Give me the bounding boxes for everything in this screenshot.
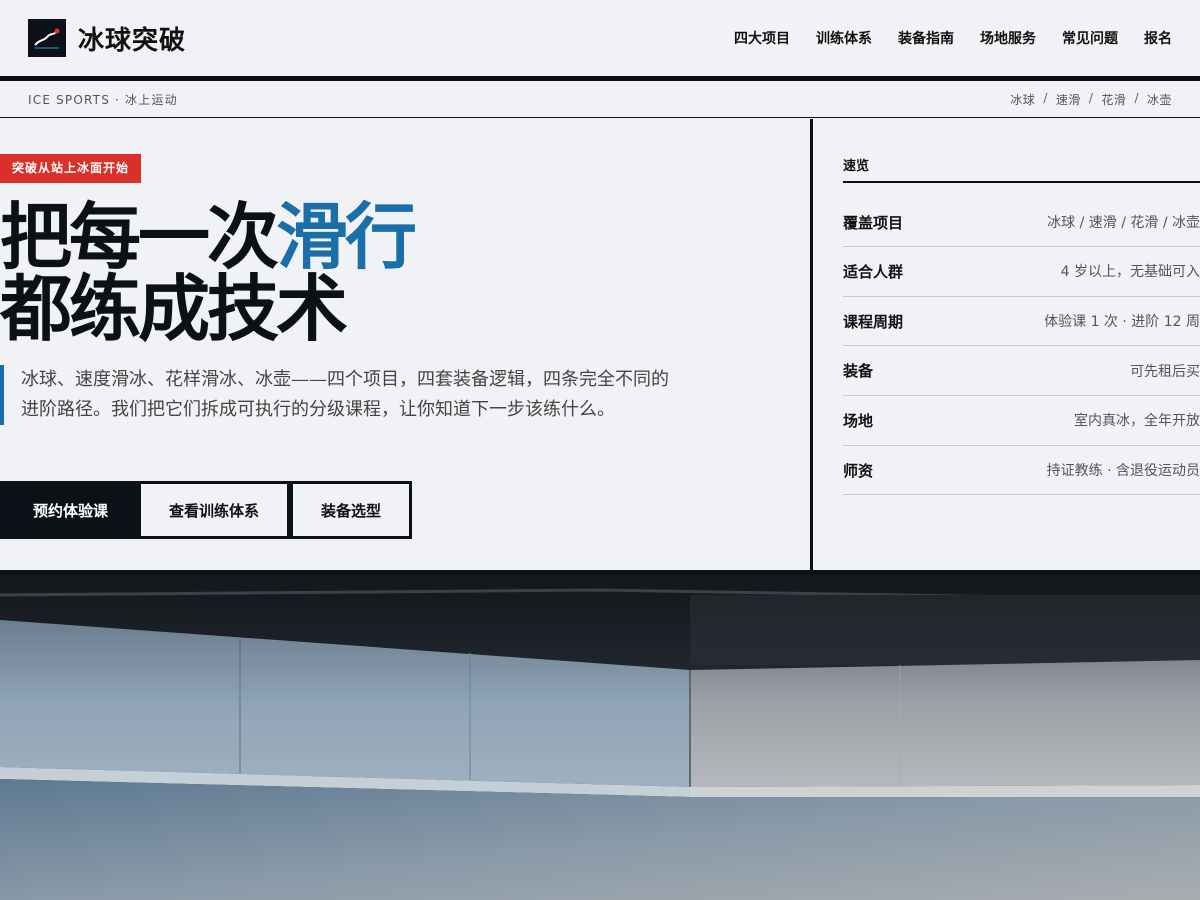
crumb-hockey[interactable]: 冰球 — [1010, 91, 1035, 108]
overview-key: 场地 — [843, 411, 874, 430]
overview-row: 场地 室内真冰，全年开放 — [843, 396, 1200, 446]
header-divider — [0, 76, 1200, 81]
overview-key: 师资 — [843, 461, 874, 480]
main-nav: 四大项目 训练体系 装备指南 场地服务 常见问题 报名 — [734, 28, 1172, 48]
overview-row: 覆盖项目 冰球 / 速滑 / 花滑 / 冰壶 — [843, 198, 1200, 247]
equipment-select-button[interactable]: 装备选型 — [290, 481, 413, 539]
nav-item-four-sports[interactable]: 四大项目 — [734, 28, 790, 48]
ice-rink-image — [0, 575, 1200, 900]
skate-trail-icon — [28, 19, 66, 57]
overview-key: 装备 — [843, 362, 874, 381]
hero-lead: 冰球、速度滑冰、花样滑冰、冰壶——四个项目，四套装备逻辑，四条完全不同的进阶路径… — [0, 365, 680, 425]
cta-group: 预约体验课 查看训练体系 装备选型 — [0, 481, 413, 539]
hero-vertical-divider — [810, 119, 813, 570]
overview-row: 师资 持证教练 · 含退役运动员 — [843, 446, 1200, 496]
crumb-figure-skating[interactable]: 花滑 — [1101, 91, 1126, 108]
overview-value: 持证教练 · 含退役运动员 — [1046, 463, 1200, 480]
overview-row: 装备 可先租后买 — [843, 346, 1200, 397]
nav-item-signup[interactable]: 报名 — [1144, 28, 1172, 48]
crumb-curling[interactable]: 冰壶 — [1147, 91, 1172, 108]
nav-item-training-system[interactable]: 训练体系 — [816, 28, 872, 48]
overview-key: 课程周期 — [843, 312, 904, 331]
overview-key: 覆盖项目 — [843, 213, 904, 232]
book-trial-button[interactable]: 预约体验课 — [0, 481, 142, 539]
sub-bar: ICE SPORTS · 冰上运动 冰球 / 速滑 / 花滑 / 冰壶 — [0, 82, 1200, 118]
crumb-separator: / — [1043, 91, 1048, 105]
site-header: 冰球突破 四大项目 训练体系 装备指南 场地服务 常见问题 报名 — [0, 0, 1200, 76]
crumb-speed-skating[interactable]: 速滑 — [1056, 91, 1081, 108]
overview-list: 覆盖项目 冰球 / 速滑 / 花滑 / 冰壶 适合人群 4 岁以上，无基础可入 … — [843, 198, 1200, 496]
breadcrumb: 冰球 / 速滑 / 花滑 / 冰壶 — [1010, 91, 1172, 108]
brand[interactable]: 冰球突破 — [28, 19, 186, 57]
overview-title: 速览 — [843, 159, 870, 174]
overview-panel: 速览 覆盖项目 冰球 / 速滑 / 花滑 / 冰壶 适合人群 4 岁以上，无基础… — [843, 119, 1200, 570]
crumb-separator: / — [1088, 91, 1094, 105]
overview-value: 4 岁以上，无基础可入 — [1060, 264, 1200, 281]
overview-value: 体验课 1 次 · 进阶 12 周 — [1044, 314, 1200, 331]
overview-value: 室内真冰，全年开放 — [1074, 413, 1200, 430]
nav-item-venue-service[interactable]: 场地服务 — [980, 28, 1036, 48]
hero: 突破从站上冰面开始 把每一次滑行 都练成技术 冰球、速度滑冰、花样滑冰、冰壶——… — [0, 119, 810, 570]
overview-value: 可先租后买 — [1130, 363, 1200, 380]
headline-line2: 都练成技术 — [0, 266, 348, 351]
overview-row: 适合人群 4 岁以上，无基础可入 — [843, 247, 1200, 297]
overview-row: 课程周期 体验课 1 次 · 进阶 12 周 — [843, 297, 1200, 347]
hero-headline: 把每一次滑行 都练成技术 — [0, 201, 417, 345]
view-training-button[interactable]: 查看训练体系 — [141, 481, 291, 539]
section-label: ICE SPORTS · 冰上运动 — [28, 93, 178, 107]
nav-item-faq[interactable]: 常见问题 — [1062, 28, 1118, 48]
crumb-separator: / — [1134, 91, 1139, 105]
overview-value: 冰球 / 速滑 / 花滑 / 冰壶 — [1047, 215, 1200, 231]
brand-name: 冰球突破 — [78, 25, 187, 56]
hero-tagline-badge: 突破从站上冰面开始 — [0, 154, 142, 183]
nav-item-equipment-guide[interactable]: 装备指南 — [898, 28, 954, 48]
overview-title-divider — [843, 181, 1200, 183]
overview-key: 适合人群 — [843, 262, 904, 281]
